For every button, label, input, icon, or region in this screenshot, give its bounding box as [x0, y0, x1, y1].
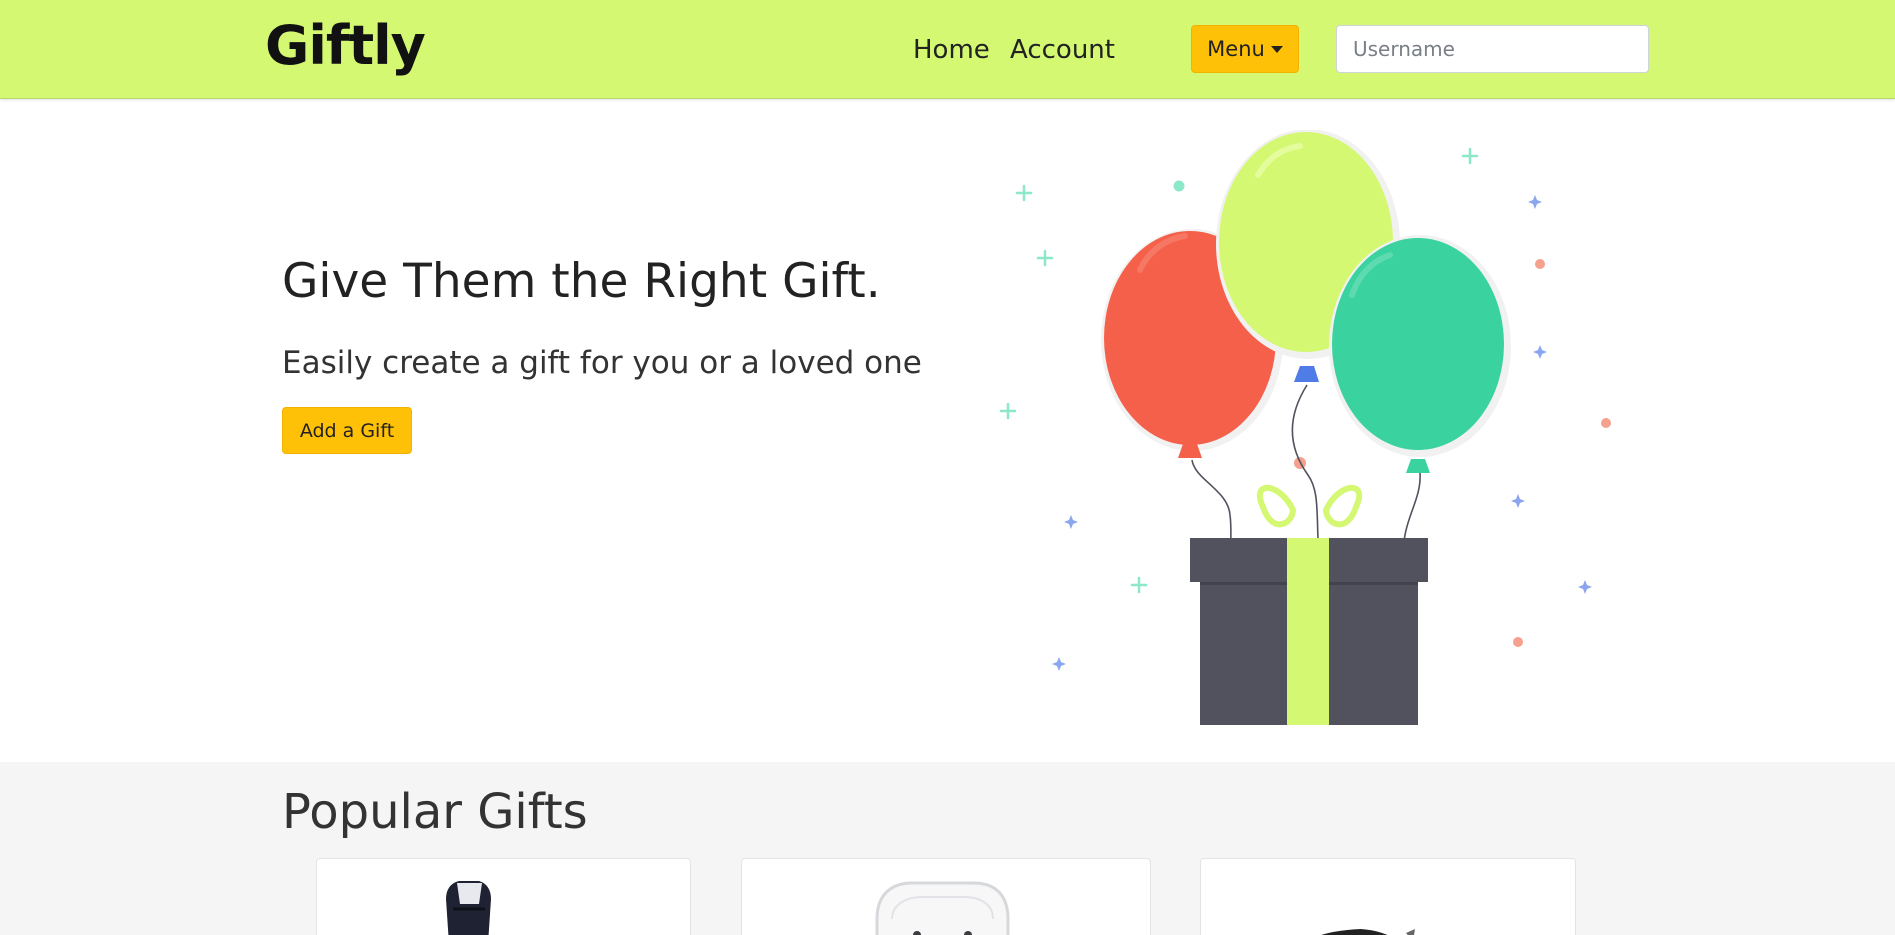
popular-gifts-section: Popular Gifts [0, 762, 1895, 935]
nav-link-account[interactable]: Account [1010, 33, 1115, 67]
popular-gifts-title: Popular Gifts [282, 784, 588, 840]
earbuds-image [875, 881, 1010, 935]
gift-card[interactable] [316, 858, 691, 935]
gift-box [1190, 484, 1428, 725]
top-navbar: Giftly Home Account Menu [0, 0, 1895, 99]
balloons-gift-illustration [999, 130, 1611, 725]
menu-dropdown-button[interactable]: Menu [1191, 25, 1299, 73]
gift-item-image [1321, 929, 1415, 935]
hero-title: Give Them the Right Gift. [282, 254, 881, 309]
caret-down-icon [1270, 45, 1283, 53]
green-balloon [1329, 235, 1511, 473]
username-input[interactable] [1336, 25, 1649, 73]
gift-card[interactable] [1200, 858, 1576, 935]
add-gift-button[interactable]: Add a Gift [282, 407, 412, 454]
hero-subtitle: Easily create a gift for you or a loved … [282, 345, 922, 381]
headphones-image [446, 881, 491, 935]
nav-link-home[interactable]: Home [913, 33, 990, 67]
menu-label: Menu [1207, 37, 1265, 61]
brand-logo[interactable]: Giftly [265, 14, 426, 78]
gift-card[interactable] [741, 858, 1151, 935]
